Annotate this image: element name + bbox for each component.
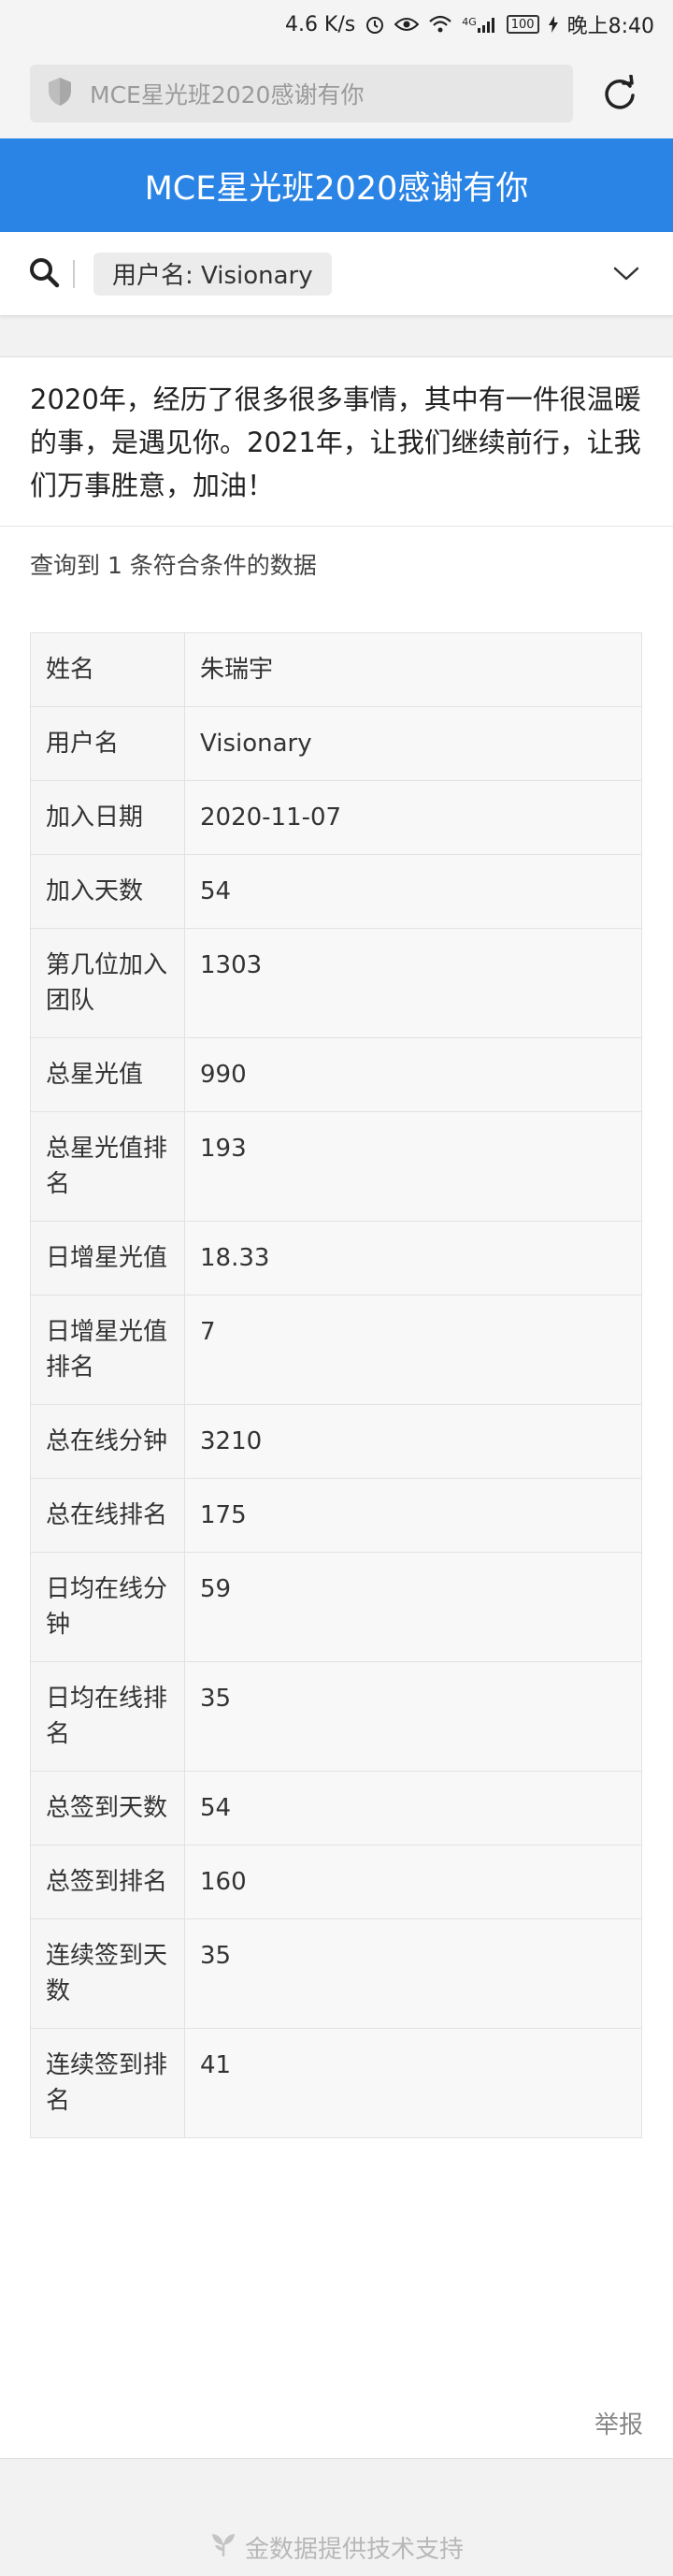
- row-value: 54: [184, 854, 642, 929]
- row-label: 日均在线排名: [30, 1661, 185, 1772]
- footer[interactable]: 金数据提供技术支持: [0, 2525, 673, 2569]
- table-row: 总在线分钟 3210: [30, 1404, 642, 1479]
- row-label: 总在线排名: [30, 1478, 185, 1553]
- row-value: 54: [184, 1771, 642, 1845]
- row-value: 35: [184, 1661, 642, 1772]
- row-value: 41: [184, 2028, 642, 2138]
- eye-icon: [394, 16, 420, 33]
- table-row: 姓名 朱瑞宇: [30, 632, 642, 707]
- table-row: 加入日期 2020-11-07: [30, 780, 642, 855]
- table-row: 总星光值排名 193: [30, 1111, 642, 1222]
- search-icon[interactable]: [28, 256, 60, 292]
- chevron-down-icon[interactable]: [608, 255, 645, 293]
- row-value: 2020-11-07: [184, 780, 642, 855]
- row-label: 第几位加入团队: [30, 928, 185, 1038]
- row-value: 3210: [184, 1404, 642, 1479]
- leaf-logo-icon: [209, 2530, 237, 2565]
- report-link[interactable]: 举报: [594, 2406, 643, 2440]
- search-filter-bar[interactable]: 用户名: Visionary: [0, 232, 673, 316]
- row-label: 日增星光值排名: [30, 1295, 185, 1405]
- row-label: 加入日期: [30, 780, 185, 855]
- intro-text: 2020年，经历了很多很多事情，其中有一件很温暖的事，是遇见你。2021年，让我…: [0, 357, 673, 527]
- row-value: 18.33: [184, 1221, 642, 1295]
- table-row: 连续签到天数 35: [30, 1918, 642, 2029]
- table-row: 连续签到排名 41: [30, 2028, 642, 2138]
- row-value: 175: [184, 1478, 642, 1553]
- row-value: 59: [184, 1552, 642, 1662]
- table-row: 日均在线排名 35: [30, 1661, 642, 1772]
- row-value: 35: [184, 1918, 642, 2029]
- row-label: 总星光值: [30, 1037, 185, 1112]
- address-text: MCE星光班2020感谢有你: [90, 81, 365, 109]
- row-label: 日增星光值: [30, 1221, 185, 1295]
- address-bar[interactable]: MCE星光班2020感谢有你: [30, 65, 573, 123]
- shield-icon: [47, 77, 73, 110]
- page-header: MCE星光班2020感谢有你: [0, 138, 673, 232]
- network-speed: 4.6 K/s: [284, 12, 356, 36]
- cell-signal-icon: 4G: [462, 16, 497, 33]
- reload-button[interactable]: [597, 70, 643, 117]
- result-table: 姓名 朱瑞宇 用户名 Visionary 加入日期 2020-11-07 加入天数 54 第几位…: [30, 632, 642, 2138]
- row-label: 连续签到天数: [30, 1918, 185, 2029]
- reload-icon: [605, 75, 636, 109]
- result-count: 查询到 1 条符合条件的数据: [30, 552, 317, 579]
- table-row: 总在线排名 175: [30, 1478, 642, 1553]
- alarm-icon: [365, 14, 385, 35]
- footer-text: 金数据提供技术支持: [244, 2535, 464, 2564]
- wifi-icon: [428, 15, 452, 34]
- table-row: 日增星光值排名 7: [30, 1295, 642, 1405]
- row-label: 总在线分钟: [30, 1404, 185, 1479]
- row-value: 7: [184, 1295, 642, 1405]
- table-row: 总签到天数 54: [30, 1771, 642, 1845]
- page-title: MCE星光班2020感谢有你: [144, 169, 529, 208]
- row-label: 总签到天数: [30, 1771, 185, 1845]
- browser-bar: MCE星光班2020感谢有你: [0, 49, 673, 138]
- row-value: 1303: [184, 928, 642, 1038]
- row-label: 总星光值排名: [30, 1111, 185, 1222]
- row-value: 990: [184, 1037, 642, 1112]
- table-row: 总星光值 990: [30, 1037, 642, 1112]
- table-row: 第几位加入团队 1303: [30, 928, 642, 1038]
- row-value: Visionary: [184, 706, 642, 781]
- row-label: 姓名: [30, 632, 185, 707]
- signal-label: 4G: [462, 16, 477, 28]
- row-value: 朱瑞宇: [184, 632, 642, 707]
- row-value: 160: [184, 1845, 642, 1919]
- row-label: 用户名: [30, 706, 185, 781]
- clock: 晚上8:40: [566, 15, 654, 38]
- battery-icon: 100: [506, 15, 539, 34]
- table-row: 日均在线分钟 59: [30, 1552, 642, 1662]
- row-label: 连续签到排名: [30, 2028, 185, 2138]
- row-label: 日均在线分钟: [30, 1552, 185, 1662]
- row-label: 总签到排名: [30, 1845, 185, 1919]
- charging-icon: [548, 16, 558, 33]
- row-value: 193: [184, 1111, 642, 1222]
- table-row: 日增星光值 18.33: [30, 1221, 642, 1295]
- battery-level: 100: [510, 17, 535, 32]
- table-row: 加入天数 54: [30, 854, 642, 929]
- result-table-wrapper: 姓名 朱瑞宇 用户名 Visionary 加入日期 2020-11-07 加入天数 54 第几位…: [30, 632, 642, 2138]
- filter-tag[interactable]: 用户名: Visionary: [93, 252, 332, 296]
- table-row: 用户名 Visionary: [30, 706, 642, 781]
- status-bar: 4.6 K/s 4G 100 晚上8:40: [0, 0, 673, 49]
- result-card: 2020年，经历了很多很多事情，其中有一件很温暖的事，是遇见你。2021年，让我…: [0, 356, 673, 2459]
- filter-divider: [73, 259, 75, 288]
- row-label: 加入天数: [30, 854, 185, 929]
- table-row: 总签到排名 160: [30, 1845, 642, 1919]
